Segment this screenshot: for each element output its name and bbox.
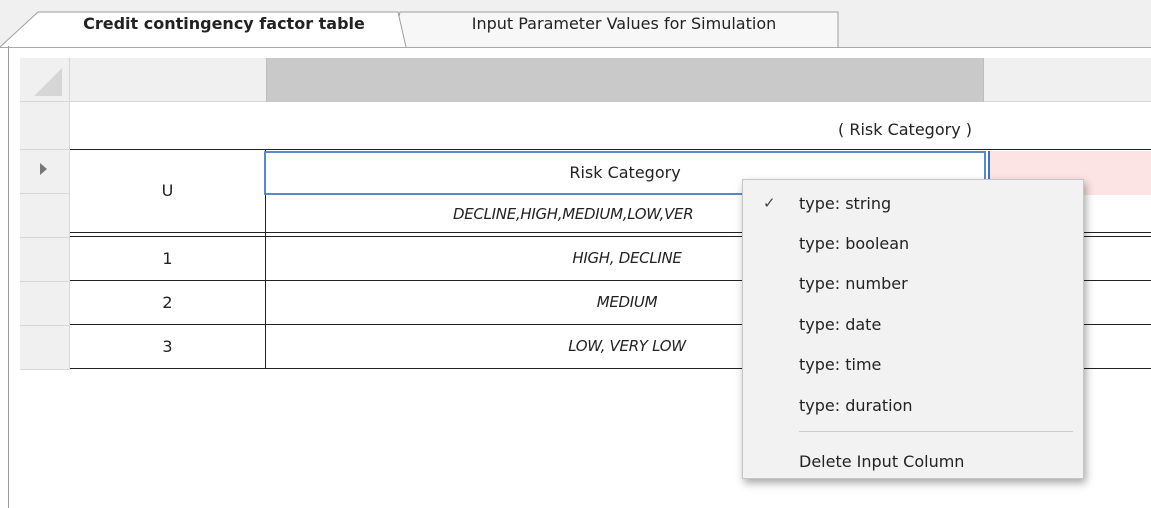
input-values-cell[interactable]: DECLINE,HIGH,MEDIUM,LOW,VER bbox=[453, 196, 694, 232]
tab-strip-border bbox=[0, 47, 1151, 48]
row-header-3[interactable] bbox=[20, 326, 70, 370]
tab-credit-contingency-factor-table[interactable]: Credit contingency factor table bbox=[60, 0, 388, 46]
menu-item-type-date[interactable]: type: date bbox=[743, 305, 1083, 345]
menu-item-type-duration[interactable]: type: duration bbox=[743, 386, 1083, 426]
corner-triangle-icon bbox=[34, 68, 62, 96]
row-header-column bbox=[20, 58, 70, 370]
menu-item-type-time[interactable]: type: time bbox=[743, 345, 1083, 385]
row-header-input-values[interactable] bbox=[20, 194, 70, 238]
editor-frame-border bbox=[8, 46, 9, 508]
current-row-arrow-icon bbox=[40, 163, 47, 175]
hit-policy-cell[interactable]: U bbox=[70, 149, 265, 233]
row-header-input-label[interactable] bbox=[20, 150, 70, 194]
annotation-header: ( Risk Category ) bbox=[838, 120, 972, 139]
tab-strip: Credit contingency factor table Input Pa… bbox=[0, 0, 1151, 48]
select-all-corner[interactable] bbox=[20, 58, 70, 102]
menu-item-type-boolean[interactable]: type: boolean bbox=[743, 224, 1083, 264]
tab-input-parameter-values[interactable]: Input Parameter Values for Simulation bbox=[406, 0, 842, 46]
column-header-risk-category[interactable] bbox=[266, 58, 984, 102]
menu-item-type-string[interactable]: type: string bbox=[743, 184, 1083, 224]
row-header-1[interactable] bbox=[20, 238, 70, 282]
input-column-context-menu: ✓ type: string type: boolean type: numbe… bbox=[742, 179, 1084, 479]
rule-number-3[interactable]: 3 bbox=[70, 325, 265, 368]
rule-number-2[interactable]: 2 bbox=[70, 281, 265, 324]
row-header-2[interactable] bbox=[20, 282, 70, 326]
menu-separator bbox=[799, 431, 1073, 432]
menu-item-delete-input-column[interactable]: Delete Input Column bbox=[743, 442, 1083, 482]
rule-number-1[interactable]: 1 bbox=[70, 237, 265, 280]
row-header-annotation[interactable] bbox=[20, 102, 70, 150]
menu-item-type-number[interactable]: type: number bbox=[743, 264, 1083, 304]
